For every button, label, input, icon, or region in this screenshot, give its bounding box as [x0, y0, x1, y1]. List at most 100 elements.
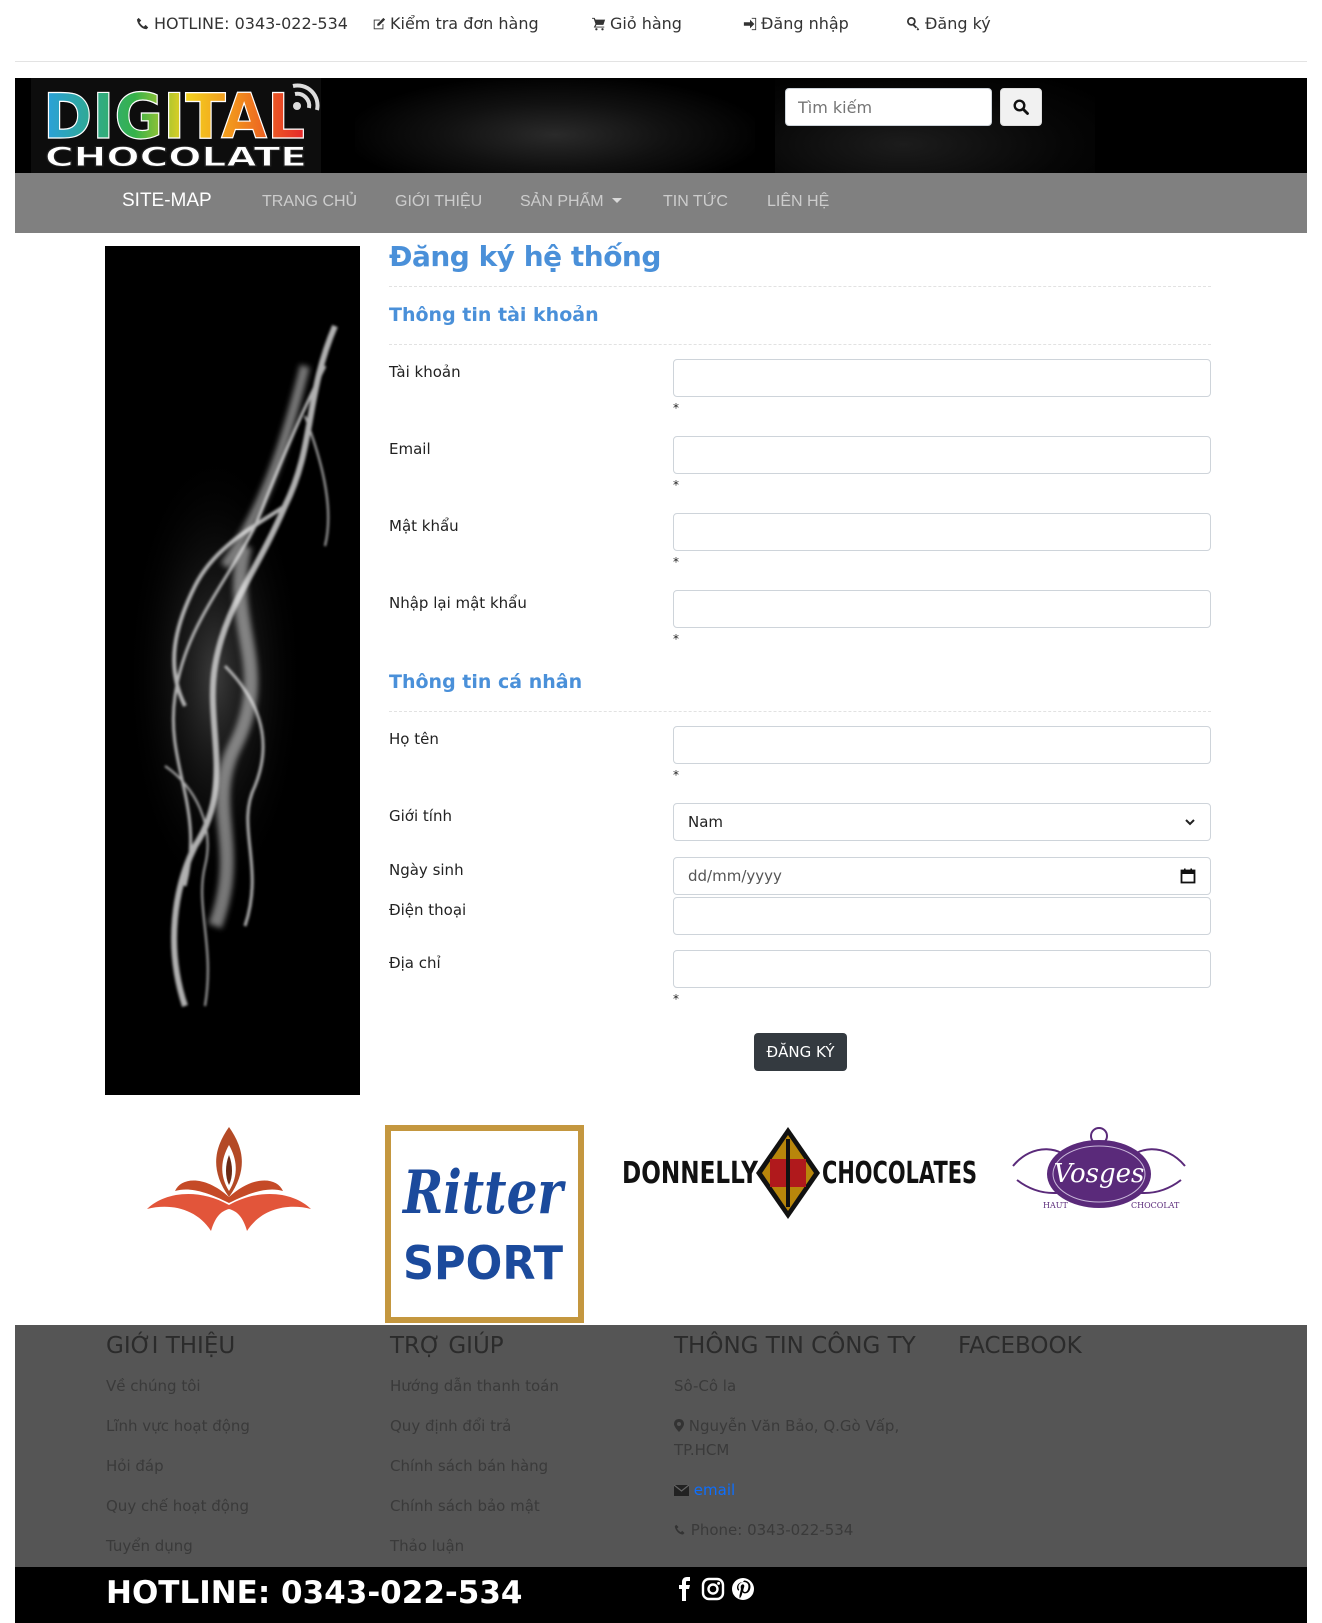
footer-about-title: GIỚI THIỆU	[106, 1333, 236, 1359]
pinterest-icon[interactable]	[731, 1577, 755, 1601]
sign-in-icon	[743, 17, 757, 30]
birthday-placeholder: dd/mm/yyyy	[688, 867, 782, 885]
nav-item-home[interactable]: TRANG CHỦ	[262, 193, 357, 211]
footer-link[interactable]: Lĩnh vực hoạt động	[106, 1417, 250, 1435]
gender-label: Giới tính	[389, 807, 452, 825]
password-field[interactable]	[673, 513, 1211, 551]
svg-text:SPORT: SPORT	[403, 1236, 564, 1290]
top-bar: HOTLINE: 0343-022-534 Kiểm tra đơn hàng …	[0, 0, 1322, 62]
nav-item-contact[interactable]: LIÊN HỆ	[767, 193, 829, 211]
envelope-icon	[673, 1484, 690, 1496]
password-confirm-field[interactable]	[673, 590, 1211, 628]
check-order-link[interactable]: Kiểm tra đơn hàng	[372, 14, 539, 33]
username-label: Tài khoản	[389, 363, 461, 381]
email-label: Email	[389, 440, 431, 458]
logo-graphic: DIGITAL CHOCOLATE	[31, 78, 321, 173]
nav-item-products[interactable]: SẢN PHẨM	[520, 193, 622, 211]
required-mark: *	[673, 768, 679, 782]
site-logo[interactable]: DIGITAL CHOCOLATE	[31, 78, 321, 173]
gender-selected-value: Nam	[688, 813, 724, 831]
address-label: Địa chỉ	[389, 954, 441, 972]
company-address: Nguyễn Văn Bảo, Q.Gò Vấp,	[674, 1417, 899, 1435]
brand-logo-donnelly[interactable]: DONNELLY CHOCOLATES	[620, 1125, 980, 1221]
chevron-down-icon	[1185, 819, 1195, 826]
nav-item-products-label: SẢN PHẨM	[520, 193, 604, 210]
divider	[389, 711, 1211, 712]
brand-logo-ritter-sport[interactable]: Ritter SPORT	[385, 1125, 584, 1323]
divider	[389, 286, 1211, 287]
nav-brand[interactable]: SITE-MAP	[122, 190, 212, 212]
gender-select[interactable]: Nam	[673, 803, 1211, 841]
company-phone-text: Phone: 0343-022-534	[690, 1521, 854, 1539]
search-input[interactable]	[785, 88, 992, 126]
page-title: Đăng ký hệ thống	[389, 240, 661, 273]
footer-help-title: TRỢ GIÚP	[390, 1333, 504, 1359]
required-mark: *	[673, 632, 679, 646]
hotline-label: HOTLINE: 0343-022-534	[154, 14, 348, 33]
bottom-bar: HOTLINE: 0343-022-534	[15, 1567, 1307, 1623]
email-link[interactable]: email	[694, 1481, 735, 1499]
caret-down-icon	[611, 198, 622, 203]
fullname-field[interactable]	[673, 726, 1211, 764]
register-link[interactable]: Đăng ký	[907, 14, 991, 33]
phone-icon	[136, 17, 149, 29]
section-account-title: Thông tin tài khoản	[389, 304, 599, 326]
footer-link[interactable]: Thảo luận	[390, 1537, 464, 1555]
phone-icon	[674, 1524, 685, 1535]
main-navbar: SITE-MAP TRANG CHỦ GIỚI THIỆU SẢN PHẨM T…	[15, 173, 1307, 233]
address-line-2: TP.HCM	[674, 1441, 730, 1459]
cart-icon	[592, 17, 606, 30]
cart-label: Giỏ hàng	[610, 14, 682, 33]
nav-item-news[interactable]: TIN TỨC	[663, 193, 728, 211]
facebook-icon[interactable]	[673, 1577, 697, 1601]
password-label: Mật khẩu	[389, 517, 459, 535]
address-line-1: Nguyễn Văn Bảo, Q.Gò Vấp,	[688, 1417, 900, 1435]
required-mark: *	[673, 992, 679, 1006]
hotline-link[interactable]: HOTLINE: 0343-022-534	[136, 14, 348, 33]
company-phone: Phone: 0343-022-534	[674, 1521, 853, 1539]
username-field[interactable]	[673, 359, 1211, 397]
footer-link[interactable]: Hướng dẫn thanh toán	[390, 1377, 559, 1395]
login-link[interactable]: Đăng nhập	[743, 14, 849, 33]
footer-company-title: THÔNG TIN CÔNG TY	[674, 1333, 916, 1359]
header-banner: DIGITAL CHOCOLATE	[15, 78, 1307, 173]
nav-item-about[interactable]: GIỚI THIỆU	[395, 193, 482, 211]
check-order-label: Kiểm tra đơn hàng	[390, 14, 539, 33]
footer-hotline: HOTLINE: 0343-022-534	[106, 1575, 523, 1611]
footer-link[interactable]: Hỏi đáp	[106, 1457, 164, 1475]
phone-field[interactable]	[673, 897, 1211, 935]
footer-link[interactable]: Tuyển dụng	[106, 1537, 193, 1555]
footer-link[interactable]: Chính sách bán hàng	[390, 1457, 548, 1475]
company-name: Sô-Cô la	[674, 1377, 737, 1395]
fullname-label: Họ tên	[389, 730, 439, 748]
top-divider	[15, 61, 1307, 62]
calendar-icon[interactable]	[1180, 868, 1196, 884]
footer-link[interactable]: Quy định đổi trả	[390, 1417, 511, 1435]
required-mark: *	[673, 401, 679, 415]
birthday-field[interactable]: dd/mm/yyyy	[673, 857, 1211, 895]
password-confirm-label: Nhập lại mật khẩu	[389, 594, 527, 612]
login-label: Đăng nhập	[761, 14, 849, 33]
birthday-label: Ngày sinh	[389, 861, 464, 879]
footer-link[interactable]: Quy chế hoạt động	[106, 1497, 249, 1515]
cart-link[interactable]: Giỏ hàng	[592, 14, 682, 33]
search-icon	[1013, 99, 1029, 115]
search-button[interactable]	[1000, 88, 1042, 126]
email-field[interactable]	[673, 436, 1211, 474]
side-banner-image	[105, 246, 360, 1095]
brand-logo-vosges[interactable]: Vosges HAUT CHOCOLAT	[1003, 1124, 1195, 1220]
section-personal-title: Thông tin cá nhân	[389, 671, 583, 693]
svg-text:CHOCOLATE: CHOCOLATE	[45, 142, 307, 173]
register-submit-button[interactable]: ĐĂNG KÝ	[754, 1033, 847, 1071]
svg-text:DONNELLY: DONNELLY	[622, 1156, 759, 1191]
required-mark: *	[673, 555, 679, 569]
svg-text:Ritter: Ritter	[401, 1158, 566, 1228]
company-email: email	[673, 1481, 735, 1499]
address-field[interactable]	[673, 950, 1211, 988]
footer-link[interactable]: Về chúng tôi	[106, 1377, 201, 1395]
svg-text:Vosges: Vosges	[1054, 1159, 1145, 1189]
instagram-icon[interactable]	[701, 1577, 725, 1601]
footer: GIỚI THIỆU Về chúng tôi Lĩnh vực hoạt độ…	[15, 1325, 1307, 1567]
brand-logo-lotus[interactable]	[145, 1125, 313, 1235]
footer-link[interactable]: Chính sách bảo mật	[390, 1497, 540, 1515]
